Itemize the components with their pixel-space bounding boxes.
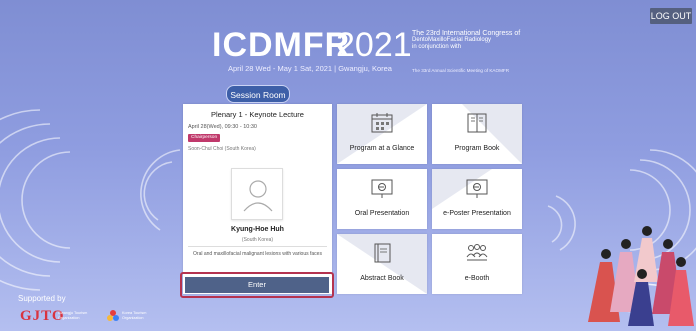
enter-highlight: Enter: [180, 272, 334, 298]
closed-book-icon: [374, 243, 391, 263]
presentation-screen-icon: [371, 179, 393, 198]
event-logo-name: ICDMFR: [212, 26, 351, 64]
kto-logo-icon: [107, 310, 119, 321]
chairperson-badge: Chairperson: [188, 134, 221, 142]
speaker-name: Kyung-Hoe Huh: [231, 226, 284, 233]
event-logo-year: 2021: [336, 26, 412, 64]
tile-e-booth[interactable]: e-Booth: [432, 234, 522, 294]
supported-by-label: Supported by: [18, 294, 66, 303]
speaker-avatar: [231, 168, 283, 220]
card-divider: [188, 246, 327, 247]
speaker-country: (South Korea): [241, 237, 274, 243]
tile-label: Program at a Glance: [349, 145, 415, 152]
dancers-illustration: [588, 226, 694, 326]
tile-abstract-book[interactable]: Abstract Book: [337, 234, 427, 294]
tile-label: Oral Presentation: [354, 210, 410, 217]
gjto-subtitle: Gwangju Tourism Organization: [58, 311, 88, 320]
calendar-icon: [371, 113, 393, 133]
logout-button[interactable]: LOG OUT: [650, 8, 692, 24]
tile-label: e-Booth: [464, 275, 490, 282]
tile-e-poster-presentation[interactable]: e-Poster Presentation: [432, 169, 522, 229]
event-info-line3: in conjunction with: [412, 44, 462, 50]
poster-screen-icon: [466, 179, 488, 198]
tile-program-book[interactable]: Program Book: [432, 104, 522, 164]
open-book-icon: [467, 113, 487, 133]
event-sub: The 33rd Annual Scientific Meeting of KA…: [412, 68, 510, 73]
tile-label: Program Book: [454, 145, 500, 152]
people-icon: [466, 244, 488, 261]
event-header: ICDMFR 2021 The 23rd International Congr…: [212, 26, 522, 76]
tile-label: e-Poster Presentation: [443, 210, 511, 217]
kto-subtitle: Korea Tourism Organization: [122, 311, 147, 320]
session-card: Plenary 1 - Keynote Lecture April 28(Wed…: [183, 104, 332, 294]
event-info: The 23rd International Congress of Dento…: [412, 30, 522, 51]
tile-oral-presentation[interactable]: Oral Presentation: [337, 169, 427, 229]
person-icon: [243, 180, 273, 212]
lecture-topic: Oral and maxillofacial malignant lesions…: [193, 251, 322, 257]
session-room-title: Session Room: [226, 85, 290, 103]
enter-button[interactable]: Enter: [185, 277, 329, 293]
chairperson-name: Soon-Chul Choi (South Korea): [188, 146, 256, 152]
session-time: April 28(Wed), 09:30 - 10:30: [188, 124, 257, 130]
event-info-line1: The 23rd International Congress of: [412, 30, 521, 37]
event-info-line2: DentoMaxilloFacial Radiology: [412, 37, 492, 43]
tile-program-at-a-glance[interactable]: Program at a Glance: [337, 104, 427, 164]
event-dates: April 28 Wed - May 1 Sat, 2021 | Gwangju…: [228, 64, 392, 73]
session-title: Plenary 1 - Keynote Lecture: [211, 110, 304, 119]
tile-label: Abstract Book: [360, 275, 404, 282]
